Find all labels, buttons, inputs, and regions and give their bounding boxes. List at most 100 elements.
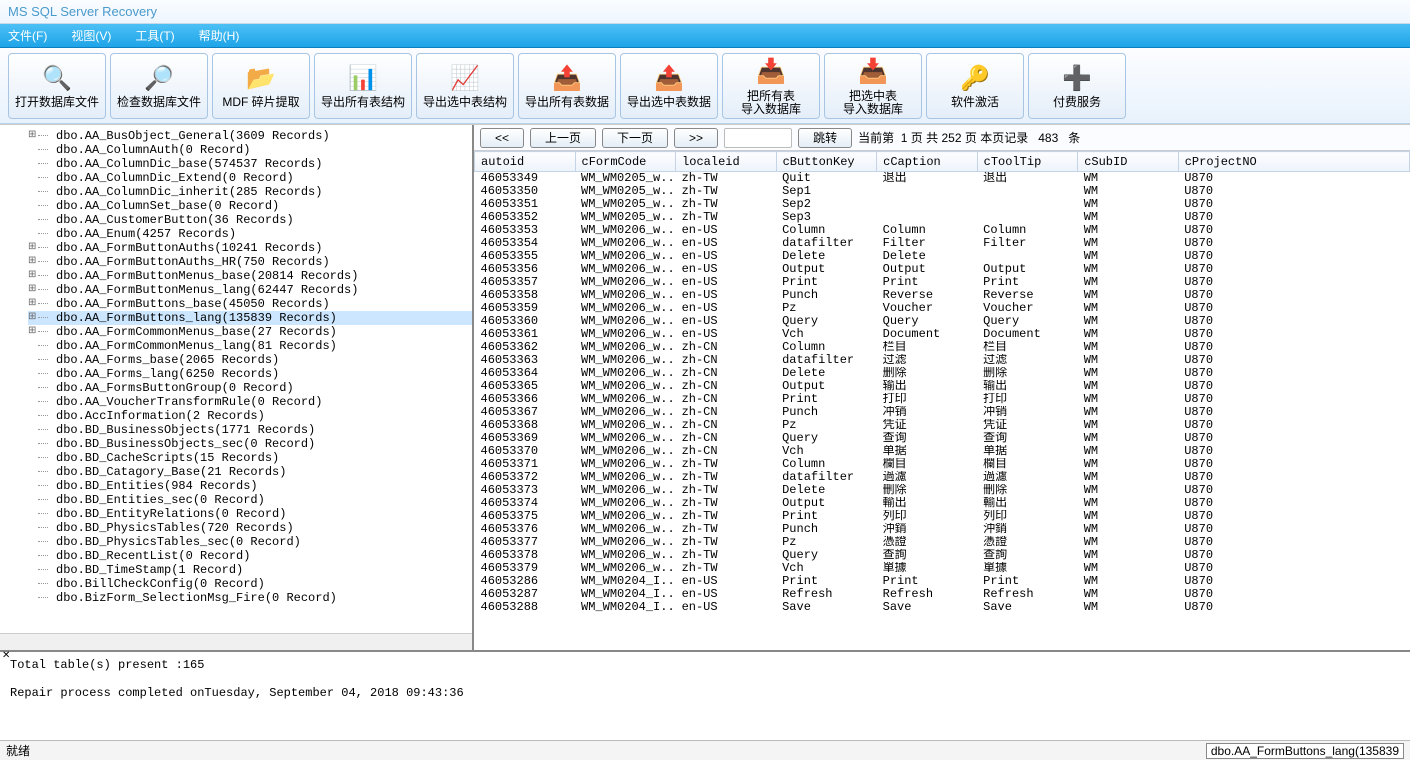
table-row[interactable]: 46053360WM_WM0206_w...en-USQueryQueryQue… <box>475 315 1410 328</box>
table-row[interactable]: 46053350WM_WM0205_w...zh-TWSep1WMU870 <box>475 185 1410 198</box>
column-header[interactable]: cFormCode <box>575 152 676 172</box>
table-row[interactable]: 46053354WM_WM0206_w...en-USdatafilterFil… <box>475 237 1410 250</box>
column-header[interactable]: cSubID <box>1078 152 1179 172</box>
tree-item[interactable]: dbo.AA_FormButtonAuths(10241 Records) <box>28 241 472 255</box>
table-row[interactable]: 46053287WM_WM0204_I...en-USRefreshRefres… <box>475 588 1410 601</box>
column-header[interactable]: cButtonKey <box>776 152 877 172</box>
table-row[interactable]: 46053376WM_WM0206_w...zh-TWPunch沖銷沖銷WMU8… <box>475 523 1410 536</box>
tree-item[interactable]: dbo.AA_FormButtons_lang(135839 Records) <box>28 311 472 325</box>
table-row[interactable]: 46053352WM_WM0205_w...zh-TWSep3WMU870 <box>475 211 1410 224</box>
first-page-button[interactable]: << <box>480 128 524 148</box>
table-row[interactable]: 46053368WM_WM0206_w...zh-CNPz凭证凭证WMU870 <box>475 419 1410 432</box>
table-row[interactable]: 46053286WM_WM0204_I...en-USPrintPrintPri… <box>475 575 1410 588</box>
toolbar-button-0[interactable]: 🔍打开数据库文件 <box>8 53 106 119</box>
table-row[interactable]: 46053356WM_WM0206_w...en-USOutputOutputO… <box>475 263 1410 276</box>
table-row[interactable]: 46053353WM_WM0206_w...en-USColumnColumnC… <box>475 224 1410 237</box>
tree-item[interactable]: dbo.BizForm_SelectionMsg_Fire(0 Record) <box>28 591 472 605</box>
table-row[interactable]: 46053364WM_WM0206_w...zh-CNDelete删除删除WMU… <box>475 367 1410 380</box>
table-row[interactable]: 46053370WM_WM0206_w...zh-CNVch单据单据WMU870 <box>475 445 1410 458</box>
tree-item[interactable]: dbo.BD_Catagory_Base(21 Records) <box>28 465 472 479</box>
table-row[interactable]: 46053378WM_WM0206_w...zh-TWQuery查詢查詢WMU8… <box>475 549 1410 562</box>
tree-item[interactable]: dbo.AA_Forms_base(2065 Records) <box>28 353 472 367</box>
table-row[interactable]: 46053374WM_WM0206_w...zh-TWOutput輸出輸出WMU… <box>475 497 1410 510</box>
table-row[interactable]: 46053357WM_WM0206_w...en-USPrintPrintPri… <box>475 276 1410 289</box>
toolbar-button-10[interactable]: ➕付费服务 <box>1028 53 1126 119</box>
table-row[interactable]: 46053375WM_WM0206_w...zh-TWPrint列印列印WMU8… <box>475 510 1410 523</box>
tree-item[interactable]: dbo.AA_FormsButtonGroup(0 Record) <box>28 381 472 395</box>
table-row[interactable]: 46053288WM_WM0204_I...en-USSaveSaveSaveW… <box>475 601 1410 614</box>
tree-item[interactable]: dbo.AA_FormButtonMenus_base(20814 Record… <box>28 269 472 283</box>
tree-item[interactable]: dbo.AA_FormCommonMenus_base(27 Records) <box>28 325 472 339</box>
tree-item[interactable]: dbo.AA_Enum(4257 Records) <box>28 227 472 241</box>
table-row[interactable]: 46053366WM_WM0206_w...zh-CNPrint打印打印WMU8… <box>475 393 1410 406</box>
table-row[interactable]: 46053369WM_WM0206_w...zh-CNQuery查询查询WMU8… <box>475 432 1410 445</box>
toolbar-button-5[interactable]: 📤导出所有表数据 <box>518 53 616 119</box>
tree-h-scrollbar[interactable] <box>0 633 472 650</box>
table-row[interactable]: 46053358WM_WM0206_w...en-USPunchReverseR… <box>475 289 1410 302</box>
toolbar-button-3[interactable]: 📊导出所有表结构 <box>314 53 412 119</box>
tree-item[interactable]: dbo.BD_BusinessObjects(1771 Records) <box>28 423 472 437</box>
menu-view[interactable]: 视图(V) <box>71 27 111 44</box>
tree-item[interactable]: dbo.BD_Entities(984 Records) <box>28 479 472 493</box>
tree-item[interactable]: dbo.AA_Forms_lang(6250 Records) <box>28 367 472 381</box>
toolbar-button-6[interactable]: 📤导出选中表数据 <box>620 53 718 119</box>
menu-tool[interactable]: 工具(T) <box>135 27 174 44</box>
tree-item[interactable]: dbo.BD_BusinessObjects_sec(0 Record) <box>28 437 472 451</box>
table-row[interactable]: 46053372WM_WM0206_w...zh-TWdatafilter過濾過… <box>475 471 1410 484</box>
tree-item[interactable]: dbo.AA_FormButtons_base(45050 Records) <box>28 297 472 311</box>
tree-item[interactable]: dbo.AA_ColumnAuth(0 Record) <box>28 143 472 157</box>
table-row[interactable]: 46053351WM_WM0205_w...zh-TWSep2WMU870 <box>475 198 1410 211</box>
tree-item[interactable]: dbo.AA_ColumnDic_Extend(0 Record) <box>28 171 472 185</box>
tree-item[interactable]: dbo.AA_VoucherTransformRule(0 Record) <box>28 395 472 409</box>
next-page-button[interactable]: 下一页 <box>602 128 668 148</box>
tree-item[interactable]: dbo.AA_CustomerButton(36 Records) <box>28 213 472 227</box>
tree-item[interactable]: dbo.BD_Entities_sec(0 Record) <box>28 493 472 507</box>
table-row[interactable]: 46053373WM_WM0206_w...zh-TWDelete刪除刪除WMU… <box>475 484 1410 497</box>
last-page-button[interactable]: >> <box>674 128 718 148</box>
toolbar-button-7[interactable]: 📥把所有表 导入数据库 <box>722 53 820 119</box>
data-grid[interactable]: autoidcFormCodelocaleidcButtonKeycCaptio… <box>474 151 1410 650</box>
table-row[interactable]: 46053355WM_WM0206_w...en-USDeleteDeleteW… <box>475 250 1410 263</box>
toolbar-button-1[interactable]: 🔎检查数据库文件 <box>110 53 208 119</box>
tree-item[interactable]: dbo.BD_PhysicsTables_sec(0 Record) <box>28 535 472 549</box>
table-row[interactable]: 46053359WM_WM0206_w...en-USPzVoucherVouc… <box>475 302 1410 315</box>
tree-item[interactable]: dbo.BillCheckConfig(0 Record) <box>28 577 472 591</box>
column-header[interactable]: cProjectNO <box>1178 152 1409 172</box>
column-header[interactable]: cToolTip <box>977 152 1078 172</box>
tree-item[interactable]: dbo.BD_EntityRelations(0 Record) <box>28 507 472 521</box>
table-row[interactable]: 46053377WM_WM0206_w...zh-TWPz憑證憑證WMU870 <box>475 536 1410 549</box>
tree-item[interactable]: dbo.AccInformation(2 Records) <box>28 409 472 423</box>
prev-page-button[interactable]: 上一页 <box>530 128 596 148</box>
menu-help[interactable]: 帮助(H) <box>199 27 240 44</box>
tree-item[interactable]: dbo.BD_TimeStamp(1 Record) <box>28 563 472 577</box>
table-row[interactable]: 46053371WM_WM0206_w...zh-TWColumn欄目欄目WMU… <box>475 458 1410 471</box>
table-row[interactable]: 46053367WM_WM0206_w...zh-CNPunch冲销冲销WMU8… <box>475 406 1410 419</box>
table-row[interactable]: 46053362WM_WM0206_w...zh-CNColumn栏目栏目WMU… <box>475 341 1410 354</box>
toolbar-button-8[interactable]: 📥把选中表 导入数据库 <box>824 53 922 119</box>
table-row[interactable]: 46053365WM_WM0206_w...zh-CNOutput输出输出WMU… <box>475 380 1410 393</box>
toolbar-button-2[interactable]: 📂MDF 碎片提取 <box>212 53 310 119</box>
table-row[interactable]: 46053349WM_WM0205_w...zh-TWQuit退出退出WMU87… <box>475 172 1410 186</box>
tree-item[interactable]: dbo.AA_BusObject_General(3609 Records) <box>28 129 472 143</box>
tree-item[interactable]: dbo.AA_ColumnDic_inherit(285 Records) <box>28 185 472 199</box>
toolbar-button-4[interactable]: 📈导出选中表结构 <box>416 53 514 119</box>
tree-item[interactable]: dbo.AA_ColumnSet_base(0 Record) <box>28 199 472 213</box>
tree-item[interactable]: dbo.BD_CacheScripts(15 Records) <box>28 451 472 465</box>
goto-page-input[interactable] <box>724 128 792 148</box>
tree-item[interactable]: dbo.AA_FormButtonAuths_HR(750 Records) <box>28 255 472 269</box>
goto-button[interactable]: 跳转 <box>798 128 852 148</box>
table-row[interactable]: 46053363WM_WM0206_w...zh-CNdatafilter过滤过… <box>475 354 1410 367</box>
tree-item[interactable]: dbo.BD_RecentList(0 Record) <box>28 549 472 563</box>
tree-item[interactable]: dbo.AA_FormCommonMenus_lang(81 Records) <box>28 339 472 353</box>
menu-file[interactable]: 文件(F) <box>8 27 47 44</box>
column-header[interactable]: localeid <box>676 152 777 172</box>
column-header[interactable]: cCaption <box>877 152 978 172</box>
table-row[interactable]: 46053361WM_WM0206_w...en-USVchDocumentDo… <box>475 328 1410 341</box>
table-row[interactable]: 46053379WM_WM0206_w...zh-TWVch單據單據WMU870 <box>475 562 1410 575</box>
tree-pane[interactable]: dbo.AA_BusObject_General(3609 Records)db… <box>0 125 474 650</box>
tree-item[interactable]: dbo.AA_FormButtonMenus_lang(62447 Record… <box>28 283 472 297</box>
column-header[interactable]: autoid <box>475 152 576 172</box>
tree-item[interactable]: dbo.AA_ColumnDic_base(574537 Records) <box>28 157 472 171</box>
tree-item[interactable]: dbo.BD_PhysicsTables(720 Records) <box>28 521 472 535</box>
toolbar-button-9[interactable]: 🔑软件激活 <box>926 53 1024 119</box>
